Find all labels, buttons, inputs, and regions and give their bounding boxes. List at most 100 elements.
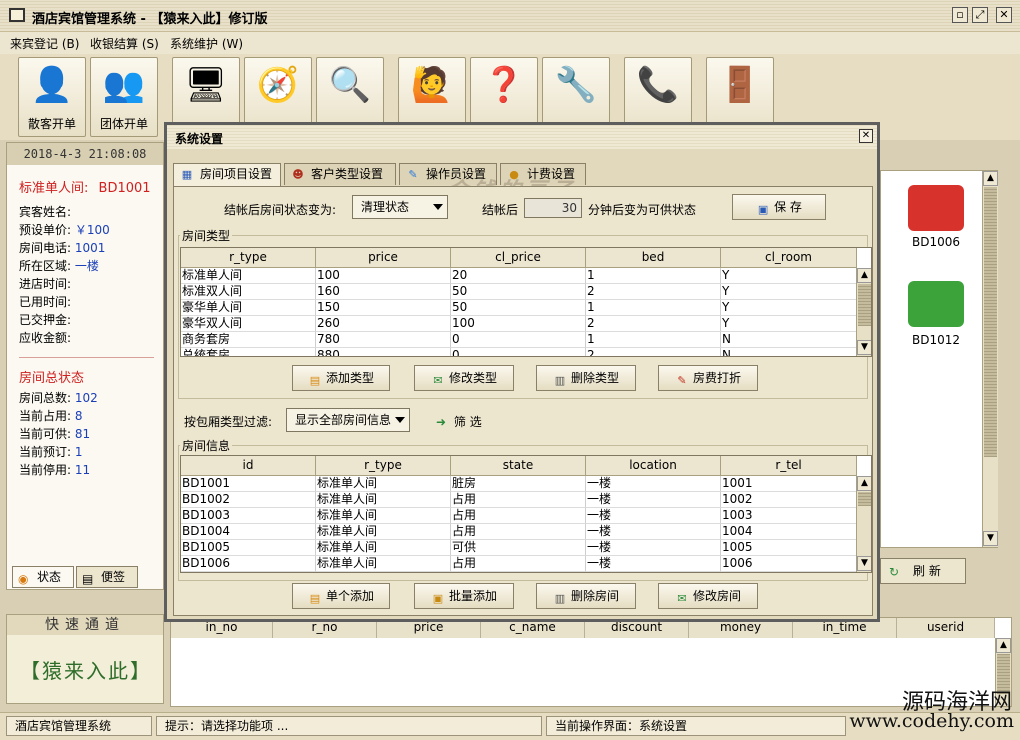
search-folder-icon: 🔍 — [328, 65, 372, 105]
edit-type-button[interactable]: ✉ 修改类型 — [414, 365, 514, 391]
table-cell: 1003 — [721, 508, 857, 524]
edit-icon: ✉ — [433, 374, 443, 387]
column-header[interactable]: bed — [586, 248, 721, 268]
table-cell: BD1005 — [181, 540, 316, 556]
close-icon[interactable]: ✕ — [996, 7, 1012, 23]
table-cell: 豪华单人间 — [181, 300, 316, 316]
table-cell: 880 — [316, 348, 451, 356]
menu-system[interactable]: 系统维护 (W) — [170, 35, 243, 52]
room-tile[interactable]: BD1012 — [901, 281, 971, 347]
summary-label: 当前停用: — [19, 463, 72, 477]
column-header[interactable]: r_tel — [721, 456, 857, 476]
scroll-thumb[interactable] — [858, 492, 871, 506]
tab-label: 客户类型设置 — [311, 167, 384, 181]
table-cell: Y — [721, 300, 857, 316]
scroll-down-icon[interactable]: ▼ — [983, 531, 998, 546]
add-type-label: 添加类型 — [325, 371, 374, 385]
group-checkin-button[interactable]: 👥 团体开单 — [90, 57, 158, 137]
tab-customer-type[interactable]: ☻ 客户类型设置 — [284, 163, 396, 185]
table-cell: 占用 — [451, 524, 586, 540]
table-cell: 150 — [316, 300, 451, 316]
filter-button[interactable]: ➜ 筛 选 — [436, 413, 482, 430]
column-header[interactable]: cl_price — [451, 248, 586, 268]
batch-add-label: 批量添加 — [448, 589, 497, 603]
scroll-down-icon[interactable]: ▼ — [857, 340, 871, 355]
summary-value: 11 — [74, 463, 91, 477]
table-cell: 标准单人间 — [316, 540, 451, 556]
menu-guest-register[interactable]: 来宾登记 (B) — [10, 35, 79, 52]
delete-room-button[interactable]: ▥ 删除房间 — [536, 583, 636, 609]
refresh-button[interactable]: ↻ 刷 新 — [880, 558, 966, 584]
add-room-button[interactable]: ▤ 单个添加 — [292, 583, 390, 609]
tab-label: 房间项目设置 — [200, 167, 273, 181]
quick-access-panel: 快速通道 【猿来入此】 — [6, 614, 164, 704]
edit-room-label: 修改房间 — [692, 589, 741, 603]
person-icon: ☻ — [292, 168, 304, 181]
delete-type-button[interactable]: ▥ 删除类型 — [536, 365, 636, 391]
batch-icon: ▣ — [432, 592, 444, 605]
table-cell: 1001 — [721, 476, 857, 492]
batch-add-button[interactable]: ▣ 批量添加 — [414, 583, 514, 609]
scroll-up-icon[interactable]: ▲ — [983, 171, 998, 186]
table-cell: 0 — [451, 332, 586, 348]
scroll-thumb[interactable] — [858, 284, 871, 326]
checkout-status-select[interactable]: 清理状态 — [352, 195, 448, 219]
tab-notes-label: 便签 — [101, 570, 126, 584]
table-cell: 标准单人间 — [316, 492, 451, 508]
table-cell: BD1003 — [181, 508, 316, 524]
column-header[interactable]: price — [316, 248, 451, 268]
table-cell: 一楼 — [586, 540, 721, 556]
edit-room-button[interactable]: ✉ 修改房间 — [658, 583, 758, 609]
compass-icon: 🧭 — [256, 65, 300, 105]
scroll-up-icon[interactable]: ▲ — [996, 638, 1011, 653]
table-cell: BD1006 — [181, 556, 316, 572]
field-value: 1001 — [74, 241, 106, 255]
room-type-scrollbar[interactable]: ▲ ▼ — [856, 268, 871, 356]
scroll-thumb[interactable] — [984, 187, 997, 457]
field-value: 一楼 — [74, 259, 99, 273]
customer-icon: 🙋 — [410, 65, 454, 105]
tab-notes[interactable]: ▤ 便签 — [76, 566, 138, 588]
room-info-table: id r_type state location r_tel BD1001 标准… — [180, 455, 872, 573]
scroll-up-icon[interactable]: ▲ — [857, 476, 871, 491]
table-cell: 一楼 — [586, 524, 721, 540]
dialog-titlebar: 系统设置 ✕ — [167, 125, 877, 149]
single-checkin-button[interactable]: 👤 散客开单 — [18, 57, 86, 137]
minimize-icon[interactable]: ▫ — [952, 7, 968, 23]
save-button[interactable]: ▣ 保 存 — [732, 194, 826, 220]
discount-button[interactable]: ✎ 房费打折 — [658, 365, 758, 391]
minutes-input[interactable]: 30 — [524, 198, 582, 218]
column-header[interactable]: r_type — [181, 248, 316, 268]
scroll-down-icon[interactable]: ▼ — [857, 556, 871, 571]
tab-room-settings[interactable]: ▦ 房间项目设置 — [173, 163, 281, 186]
datetime-display: 2018-4-3 21:08:08 — [7, 143, 163, 165]
settings-tools-icon: 🔧 — [554, 65, 598, 105]
column-header[interactable]: state — [451, 456, 586, 476]
room-tile[interactable]: BD1006 — [901, 185, 971, 249]
column-header[interactable]: userid — [897, 618, 995, 638]
column-header[interactable]: cl_room — [721, 248, 857, 268]
table-cell: 1002 — [721, 492, 857, 508]
room-filter-select[interactable]: 显示全部房间信息 — [286, 408, 410, 432]
add-type-button[interactable]: ▤ 添加类型 — [292, 365, 390, 391]
column-header[interactable]: id — [181, 456, 316, 476]
exit-icon: 🚪 — [718, 65, 762, 105]
room-info-scrollbar[interactable]: ▲ ▼ — [856, 476, 871, 572]
checkin-table: in_no r_no price c_name discount money i… — [170, 617, 1012, 707]
scroll-up-icon[interactable]: ▲ — [857, 268, 871, 283]
dialog-close-icon[interactable]: ✕ — [859, 129, 873, 143]
tab-status[interactable]: ◉ 状态 — [12, 566, 74, 588]
room-settings-panel: 结帐后房间状态变为: 清理状态 结帐后 30 分钟后变为可供状态 ▣ 保 存 房间… — [173, 186, 873, 616]
refresh-label: 刷 新 — [913, 564, 941, 578]
restore-icon[interactable]: ⤢ — [972, 7, 988, 23]
room-grid-scrollbar[interactable]: ▲ ▼ — [982, 171, 998, 547]
column-header[interactable]: r_type — [316, 456, 451, 476]
phone-icon: 📞 — [636, 65, 680, 105]
table-cell: 2 — [586, 348, 721, 356]
summary-title: 房间总状态 — [19, 371, 85, 386]
column-header[interactable]: location — [586, 456, 721, 476]
summary-label: 当前可供: — [19, 427, 72, 441]
room-grid: BD1006 BD1012 ▲ ▼ — [880, 170, 998, 548]
summary-value: 102 — [74, 391, 98, 405]
menu-checkout[interactable]: 收银结算 (S) — [90, 35, 159, 52]
